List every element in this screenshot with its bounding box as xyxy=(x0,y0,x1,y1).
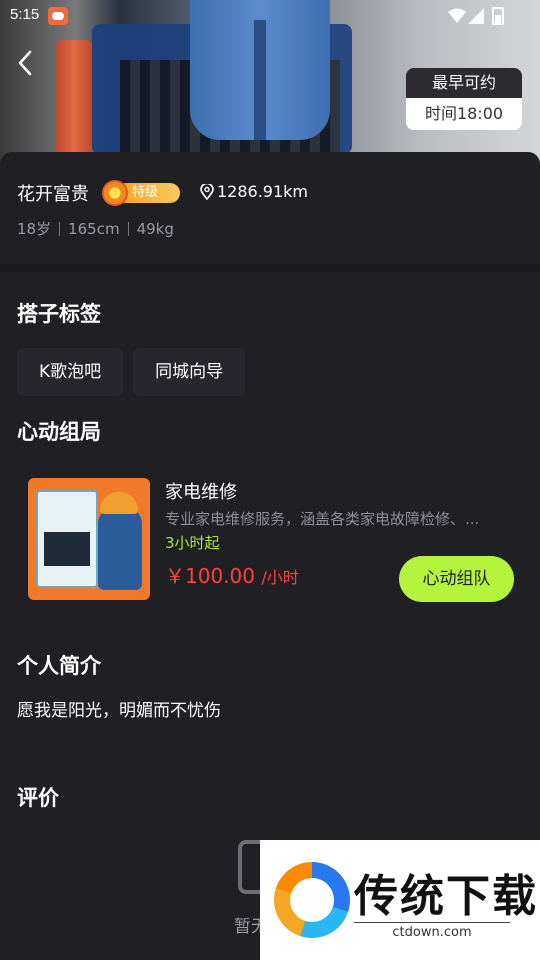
service-min-time: 3小时起 xyxy=(165,534,220,552)
chevron-left-icon xyxy=(18,50,32,76)
profile-card: 花开富贵 特级 1286.91km 18岁 165cm 49kg 搭子标签 K歌… xyxy=(0,152,540,960)
status-bar: 5:15 xyxy=(0,0,540,32)
group-section-title: 心动组局 xyxy=(17,420,101,444)
fridge-illustration xyxy=(36,490,98,588)
app-notification-icon xyxy=(48,7,68,25)
reviews-section-title: 评价 xyxy=(17,786,59,810)
status-time: 5:15 xyxy=(10,6,40,23)
price-value: ￥100.00 xyxy=(165,564,255,588)
level-badge: 特级 xyxy=(102,180,182,206)
watermark-brand: 传统下载 xyxy=(354,871,538,922)
tag-item[interactable]: 同城向导 xyxy=(133,348,246,396)
meta-divider xyxy=(59,221,61,236)
back-button[interactable] xyxy=(10,46,40,80)
distance: 1286.91km xyxy=(200,182,308,201)
service-title: 家电维修 xyxy=(165,482,237,503)
battery-icon xyxy=(492,7,504,25)
price-unit: /小时 xyxy=(261,568,299,587)
location-pin-icon xyxy=(200,183,214,200)
distance-value: 1286.91km xyxy=(217,182,309,201)
photo-pipe xyxy=(56,40,92,160)
watermark-domain: ctdown.com xyxy=(354,922,510,940)
wifi-icon xyxy=(448,8,466,23)
tags-section-title: 搭子标签 xyxy=(17,302,101,326)
watermark: 传统下载 ctdown.com xyxy=(260,840,540,960)
earliest-label: 最早可约 xyxy=(406,68,522,98)
earliest-time: 时间18:00 xyxy=(406,98,522,130)
profile-name: 花开富贵 xyxy=(17,184,89,205)
tag-item[interactable]: K歌泡吧 xyxy=(17,348,124,396)
watermark-logo-icon xyxy=(274,862,350,938)
service-price: ￥100.00 /小时 xyxy=(165,560,299,589)
profile-weight: 49kg xyxy=(136,219,174,238)
service-description: 专业家电维修服务，涵盖各类家电故障检修、... xyxy=(165,510,480,528)
profile-age: 18岁 xyxy=(17,220,52,238)
medal-icon xyxy=(102,180,128,206)
tag-list: K歌泡吧 同城向导 xyxy=(17,348,246,396)
earliest-availability: 最早可约 时间18:00 xyxy=(406,68,522,130)
intro-text: 愿我是阳光，明媚而不忧伤 xyxy=(17,701,221,721)
meta-divider xyxy=(127,221,129,236)
service-card[interactable]: 家电维修 专业家电维修服务，涵盖各类家电故障检修、... 3小时起 ￥100.0… xyxy=(28,478,518,602)
intro-section-title: 个人简介 xyxy=(17,654,101,678)
section-divider xyxy=(0,264,540,272)
signal-icon xyxy=(468,8,484,24)
helmet-illustration xyxy=(100,492,138,514)
service-thumbnail xyxy=(28,478,150,600)
repairman-illustration xyxy=(98,506,142,590)
profile-height: 165cm xyxy=(68,219,120,238)
profile-meta: 18岁 165cm 49kg xyxy=(17,218,174,239)
team-up-button[interactable]: 心动组队 xyxy=(399,556,514,602)
